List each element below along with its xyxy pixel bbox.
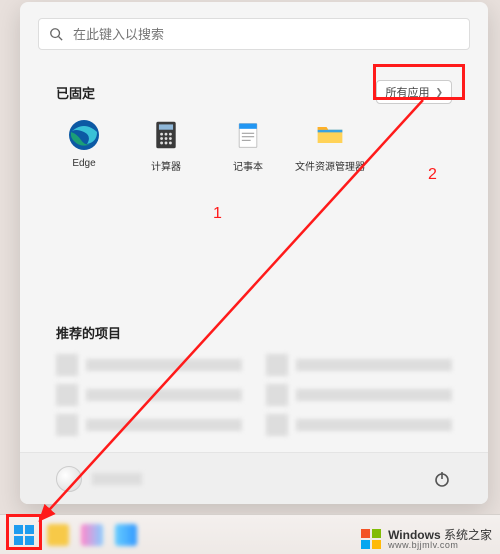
windows-icon [13,524,35,546]
power-button[interactable] [432,469,452,489]
pinned-section: 已固定 所有应用 ❯ Edge [20,62,488,173]
pinned-label: 记事本 [233,158,263,173]
edge-icon [67,118,101,152]
notepad-icon [231,118,265,152]
pinned-label: 文件资源管理器 [295,158,365,173]
taskbar-item[interactable] [44,521,72,549]
windows-logo-icon [360,528,382,550]
start-menu: 已固定 所有应用 ❯ Edge [20,2,488,504]
watermark: Windows 系统之家 www.bjjmlv.com [360,528,492,550]
list-item[interactable] [266,353,452,377]
start-menu-footer [20,452,488,504]
recommended-section: 推荐的项目 [20,323,488,437]
list-item[interactable] [56,383,242,407]
search-icon [49,27,63,41]
pinned-item-file-explorer[interactable]: 文件资源管理器 [302,118,358,173]
file-explorer-icon [313,118,347,152]
pinned-title: 已固定 [56,83,95,102]
list-item[interactable] [266,413,452,437]
list-item[interactable] [56,353,242,377]
pinned-label: 计算器 [151,158,181,173]
list-item[interactable] [56,413,242,437]
search-bar[interactable] [38,18,470,50]
taskbar-item[interactable] [112,521,140,549]
watermark-url: www.bjjmlv.com [388,541,492,550]
user-name [92,473,142,485]
pinned-item-notepad[interactable]: 记事本 [220,118,276,173]
pinned-item-calculator[interactable]: 计算器 [138,118,194,173]
user-account-button[interactable] [56,466,142,492]
pinned-item-edge[interactable]: Edge [56,118,112,173]
calculator-icon [149,118,183,152]
taskbar-item[interactable] [78,521,106,549]
pinned-grid: Edge 计算器 [56,118,452,173]
all-apps-button[interactable]: 所有应用 ❯ [376,80,452,104]
start-button[interactable] [10,521,38,549]
recommended-grid [56,353,452,437]
recommended-title: 推荐的项目 [56,326,121,341]
chevron-right-icon: ❯ [435,87,443,98]
all-apps-label: 所有应用 [385,84,429,100]
avatar [56,466,82,492]
search-input[interactable] [73,27,459,42]
pinned-label: Edge [72,158,95,169]
watermark-brand: Windows 系统之家 [388,529,492,541]
list-item[interactable] [266,383,452,407]
